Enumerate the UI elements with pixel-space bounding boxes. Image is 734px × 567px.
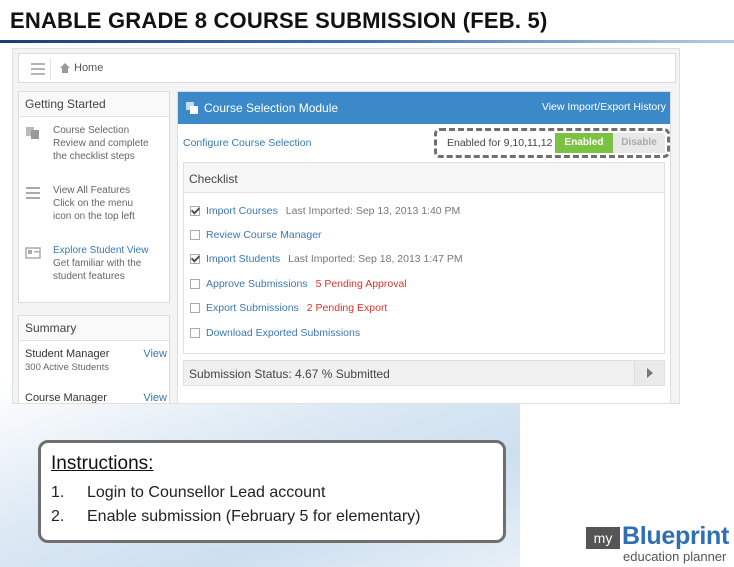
enable-toggle-highlight: Enabled for 9,10,11,12 Enabled Disable bbox=[434, 128, 670, 158]
item-desc-2: the checklist steps bbox=[53, 151, 135, 162]
import-export-history-link[interactable]: View Import/Export History bbox=[542, 101, 666, 113]
instruction-step: 1. Login to Counsellor Lead account bbox=[51, 481, 493, 505]
menu-icon bbox=[26, 187, 40, 199]
getting-started-item-course-selection[interactable]: Course Selection Review and complete the… bbox=[25, 124, 165, 163]
pending-export-badge: 2 Pending Export bbox=[306, 302, 388, 314]
last-imported: Last Imported: Sep 13, 2013 1:40 PM bbox=[285, 205, 461, 217]
enabled-button[interactable]: Enabled bbox=[555, 133, 613, 153]
pending-approval-badge: 5 Pending Approval bbox=[315, 278, 407, 290]
top-bar: Home bbox=[18, 53, 676, 83]
checklist-link[interactable]: Import Students bbox=[206, 253, 280, 265]
step-text: Login to Counsellor Lead account bbox=[87, 484, 326, 501]
item-desc-1: Click on the menu bbox=[53, 198, 134, 209]
active-students-count: 300 Active Students bbox=[25, 362, 109, 373]
logo-my: my bbox=[586, 527, 620, 549]
instructions-title: Instructions: bbox=[51, 453, 154, 474]
checkbox[interactable] bbox=[190, 303, 200, 313]
module-title: Course Selection Module bbox=[204, 101, 339, 115]
breadcrumb-home[interactable]: Home bbox=[59, 62, 103, 74]
instruction-step: 2. Enable submission (February 5 for ele… bbox=[51, 505, 493, 529]
checklist-item-download-exported[interactable]: Download Exported Submissions bbox=[190, 327, 360, 339]
checklist-item-export-submissions[interactable]: Export Submissions 2 Pending Export bbox=[190, 302, 387, 314]
checklist-item-import-courses[interactable]: Import Courses Last Imported: Sep 13, 20… bbox=[190, 205, 460, 217]
checklist-link[interactable]: Approve Submissions bbox=[206, 278, 308, 290]
chevron-right-icon[interactable] bbox=[634, 361, 664, 385]
summary-row-course-manager: Course Manager View bbox=[25, 392, 167, 403]
student-manager-view-link[interactable]: View bbox=[143, 348, 167, 360]
hamburger-menu-icon[interactable] bbox=[25, 58, 51, 79]
item-desc-1: Get familiar with the bbox=[53, 258, 142, 269]
summary-panel: Summary Student Manager View 300 Active … bbox=[18, 315, 170, 403]
checkbox[interactable] bbox=[190, 328, 200, 338]
item-desc-2: icon on the top left bbox=[53, 211, 135, 222]
logo-subtitle: education planner bbox=[623, 549, 727, 564]
configure-course-selection-link[interactable]: Configure Course Selection bbox=[183, 137, 311, 149]
checklist-link[interactable]: Export Submissions bbox=[206, 302, 299, 314]
course-selection-module: Course Selection Module View Import/Expo… bbox=[177, 91, 671, 403]
checklist-item-approve-submissions[interactable]: Approve Submissions 5 Pending Approval bbox=[190, 278, 407, 290]
title-underline bbox=[0, 40, 734, 43]
checkbox-checked[interactable] bbox=[190, 254, 200, 264]
last-imported: Last Imported: Sep 18, 2013 1:47 PM bbox=[288, 253, 463, 265]
getting-started-item-explore-student-view[interactable]: Explore Student View Get familiar with t… bbox=[25, 244, 165, 283]
module-header: Course Selection Module View Import/Expo… bbox=[178, 92, 670, 124]
getting-started-heading: Getting Started bbox=[19, 92, 169, 117]
summary-heading: Summary bbox=[19, 316, 169, 341]
step-number: 2. bbox=[51, 508, 65, 525]
course-manager-view-link[interactable]: View bbox=[143, 392, 167, 403]
configure-row: Configure Course Selection Enabled for 9… bbox=[178, 124, 670, 160]
copy-icon bbox=[186, 102, 198, 114]
checklist-item-review-course-manager[interactable]: Review Course Manager bbox=[190, 229, 322, 241]
step-text: Enable submission (February 5 for elemen… bbox=[87, 508, 421, 525]
submission-status: Submission Status: 4.67 % Submitted bbox=[189, 367, 390, 381]
instructions-list: 1. Login to Counsellor Lead account 2. E… bbox=[51, 481, 493, 529]
disable-button[interactable]: Disable bbox=[613, 133, 665, 153]
submission-status-bar[interactable]: Submission Status: 4.67 % Submitted bbox=[183, 360, 665, 386]
checklist-heading: Checklist bbox=[184, 163, 664, 193]
logo-brand: Blueprint bbox=[622, 522, 730, 550]
step-number: 1. bbox=[51, 484, 65, 501]
item-title: Course Selection bbox=[53, 125, 130, 136]
summary-row-student-manager: Student Manager View 300 Active Students bbox=[25, 348, 167, 373]
checklist-panel: Checklist Import Courses Last Imported: … bbox=[183, 162, 665, 354]
explore-student-view-link[interactable]: Explore Student View bbox=[53, 244, 165, 257]
checkbox[interactable] bbox=[190, 230, 200, 240]
enabled-for-grades: Enabled for 9,10,11,12 bbox=[447, 137, 553, 149]
checklist-link[interactable]: Download Exported Submissions bbox=[206, 327, 360, 339]
item-desc-2: student features bbox=[53, 271, 125, 282]
id-card-icon bbox=[25, 247, 41, 259]
item-title: View All Features bbox=[53, 185, 131, 196]
checklist-link[interactable]: Review Course Manager bbox=[206, 229, 322, 241]
getting-started-item-view-features[interactable]: View All Features Click on the menu icon… bbox=[25, 184, 165, 223]
checklist-item-import-students[interactable]: Import Students Last Imported: Sep 18, 2… bbox=[190, 253, 463, 265]
checkbox[interactable] bbox=[190, 279, 200, 289]
myblueprint-logo: my Blueprint education planner bbox=[586, 522, 730, 564]
breadcrumb-home-label: Home bbox=[74, 62, 104, 74]
item-desc-1: Review and complete bbox=[53, 138, 149, 149]
checklist-link[interactable]: Import Courses bbox=[206, 205, 278, 217]
copy-icon bbox=[26, 127, 39, 139]
getting-started-panel: Getting Started Course Selection Review … bbox=[18, 91, 170, 303]
app-screenshot: Home Getting Started Course Selection Re… bbox=[12, 48, 680, 404]
instructions-box: Instructions: 1. Login to Counsellor Lea… bbox=[38, 440, 506, 543]
slide-title: ENABLE GRADE 8 COURSE SUBMISSION (FEB. 5… bbox=[10, 8, 548, 33]
checkbox-checked[interactable] bbox=[190, 206, 200, 216]
home-icon bbox=[59, 62, 71, 74]
